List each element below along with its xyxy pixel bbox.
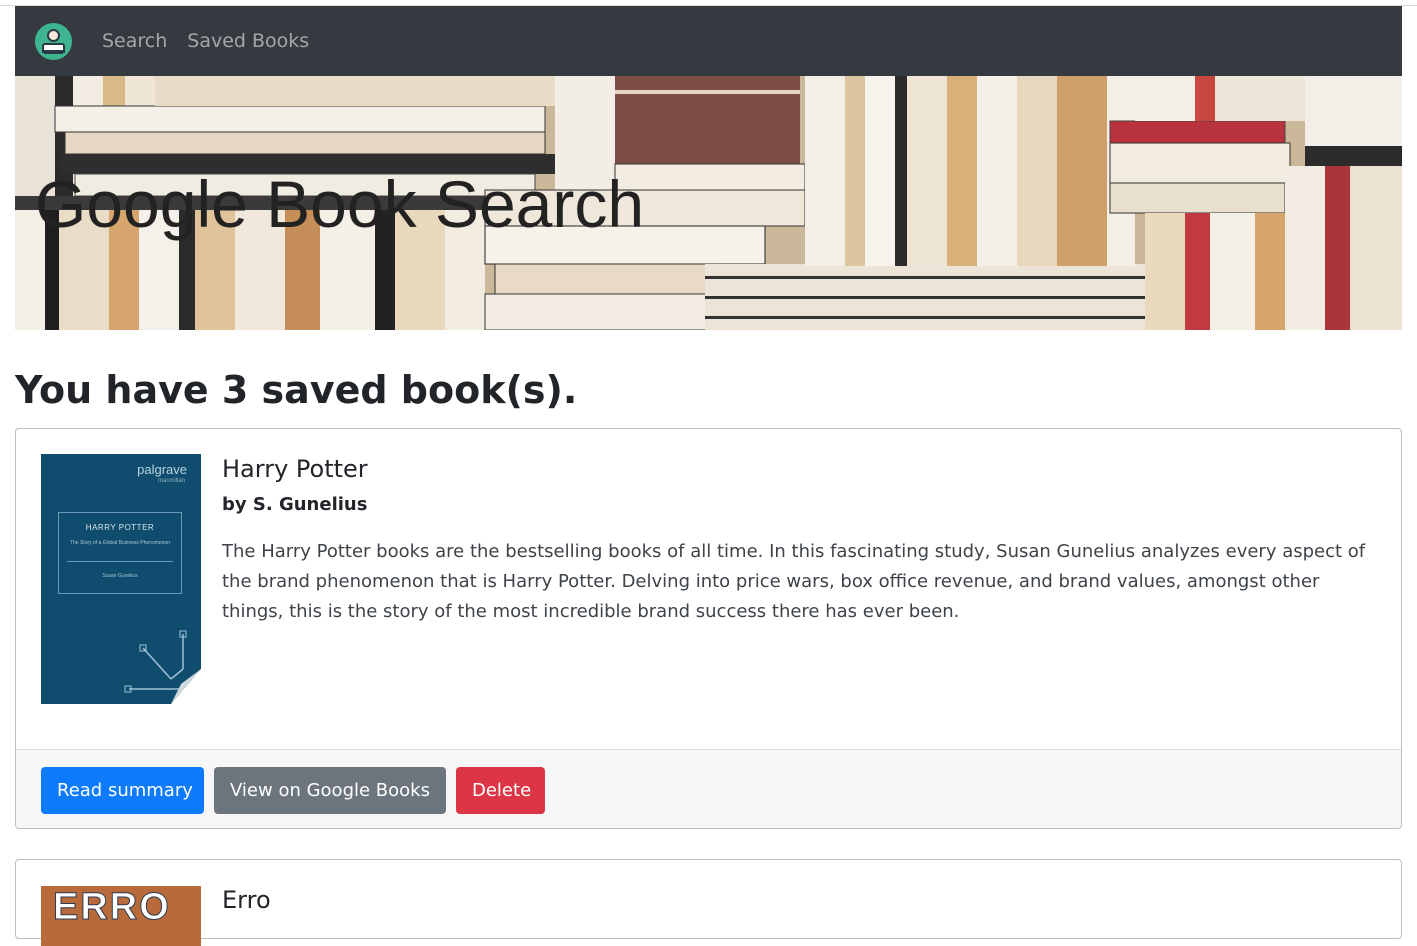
saved-count-heading: You have 3 saved book(s). — [15, 368, 578, 412]
jumbotron: Google Book Search — [15, 76, 1402, 330]
cover-title: ERRO — [53, 886, 171, 929]
navbar: Search Saved Books — [15, 6, 1402, 76]
card-footer: Read summary View on Google Books Delete — [16, 749, 1401, 828]
card-body: palgrave macmillan HARRY POTTER The Stor… — [16, 429, 1401, 749]
book-title: Harry Potter — [222, 455, 368, 483]
page-title: Google Book Search — [35, 167, 645, 241]
book-card: ERRO Erro — [15, 859, 1402, 946]
user-book-avatar-icon[interactable] — [35, 22, 72, 60]
view-on-google-books-button[interactable]: View on Google Books — [214, 767, 446, 814]
book-author: by S. Gunelius — [222, 494, 368, 515]
delete-button[interactable]: Delete — [456, 767, 545, 814]
book-description: The Harry Potter books are the bestselli… — [222, 541, 1366, 622]
nav-link-search[interactable]: Search — [102, 30, 167, 52]
read-summary-button[interactable]: Read summary — [41, 767, 204, 814]
cover-network-graphic — [124, 630, 201, 704]
book-title: Erro — [222, 886, 271, 914]
book-cover-image[interactable]: palgrave macmillan HARRY POTTER The Stor… — [41, 454, 201, 704]
book-cover-image[interactable]: ERRO — [41, 886, 201, 946]
nav-link-saved-books[interactable]: Saved Books — [187, 30, 309, 52]
book-card: palgrave macmillan HARRY POTTER The Stor… — [15, 428, 1402, 829]
